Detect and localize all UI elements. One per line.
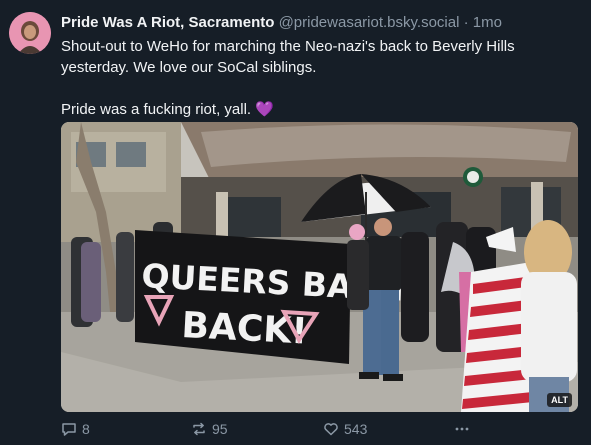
reply-icon [62,423,76,436]
avatar[interactable] [9,12,51,54]
author-name[interactable]: Pride Was A Riot, Sacramento [61,14,274,31]
alt-text-badge[interactable]: ALT [547,393,572,407]
post-text-riot: Pride was a fucking riot, yall. [61,101,252,118]
post-text-line: Shout-out to WeHo for marching the Neo-n… [61,38,515,76]
repost-count: 95 [212,421,228,437]
post-image[interactable]: QUEERS BASH BACK! ALT [61,122,578,412]
post-header: Pride Was A Riot, Sacramento @pridewasar… [61,13,581,32]
avatar-image [9,12,51,54]
post-timestamp[interactable]: 1mo [473,14,502,31]
author-handle[interactable]: @pridewasariot.bsky.social [279,14,460,31]
header-separator: · [463,14,469,31]
heart-icon [324,423,338,436]
purple-heart-emoji: 💜 [255,101,274,118]
post-text-line: Pride was a fucking riot, yall. 💜 [61,99,576,120]
like-count: 543 [344,421,368,437]
post-text: Shout-out to WeHo for marching the Neo-n… [61,36,576,120]
post-actions: 8 95 543 [61,421,576,439]
reply-count: 8 [82,421,90,437]
post: Pride Was A Riot, Sacramento @pridewasar… [0,0,591,445]
protest-photo: QUEERS BASH BACK! [61,122,578,412]
like-button[interactable]: 543 [323,421,367,437]
reply-button[interactable]: 8 [61,421,90,437]
repost-icon [193,422,205,436]
more-options-button[interactable] [454,421,470,437]
repost-button[interactable]: 95 [191,421,228,437]
more-icon [455,427,469,431]
